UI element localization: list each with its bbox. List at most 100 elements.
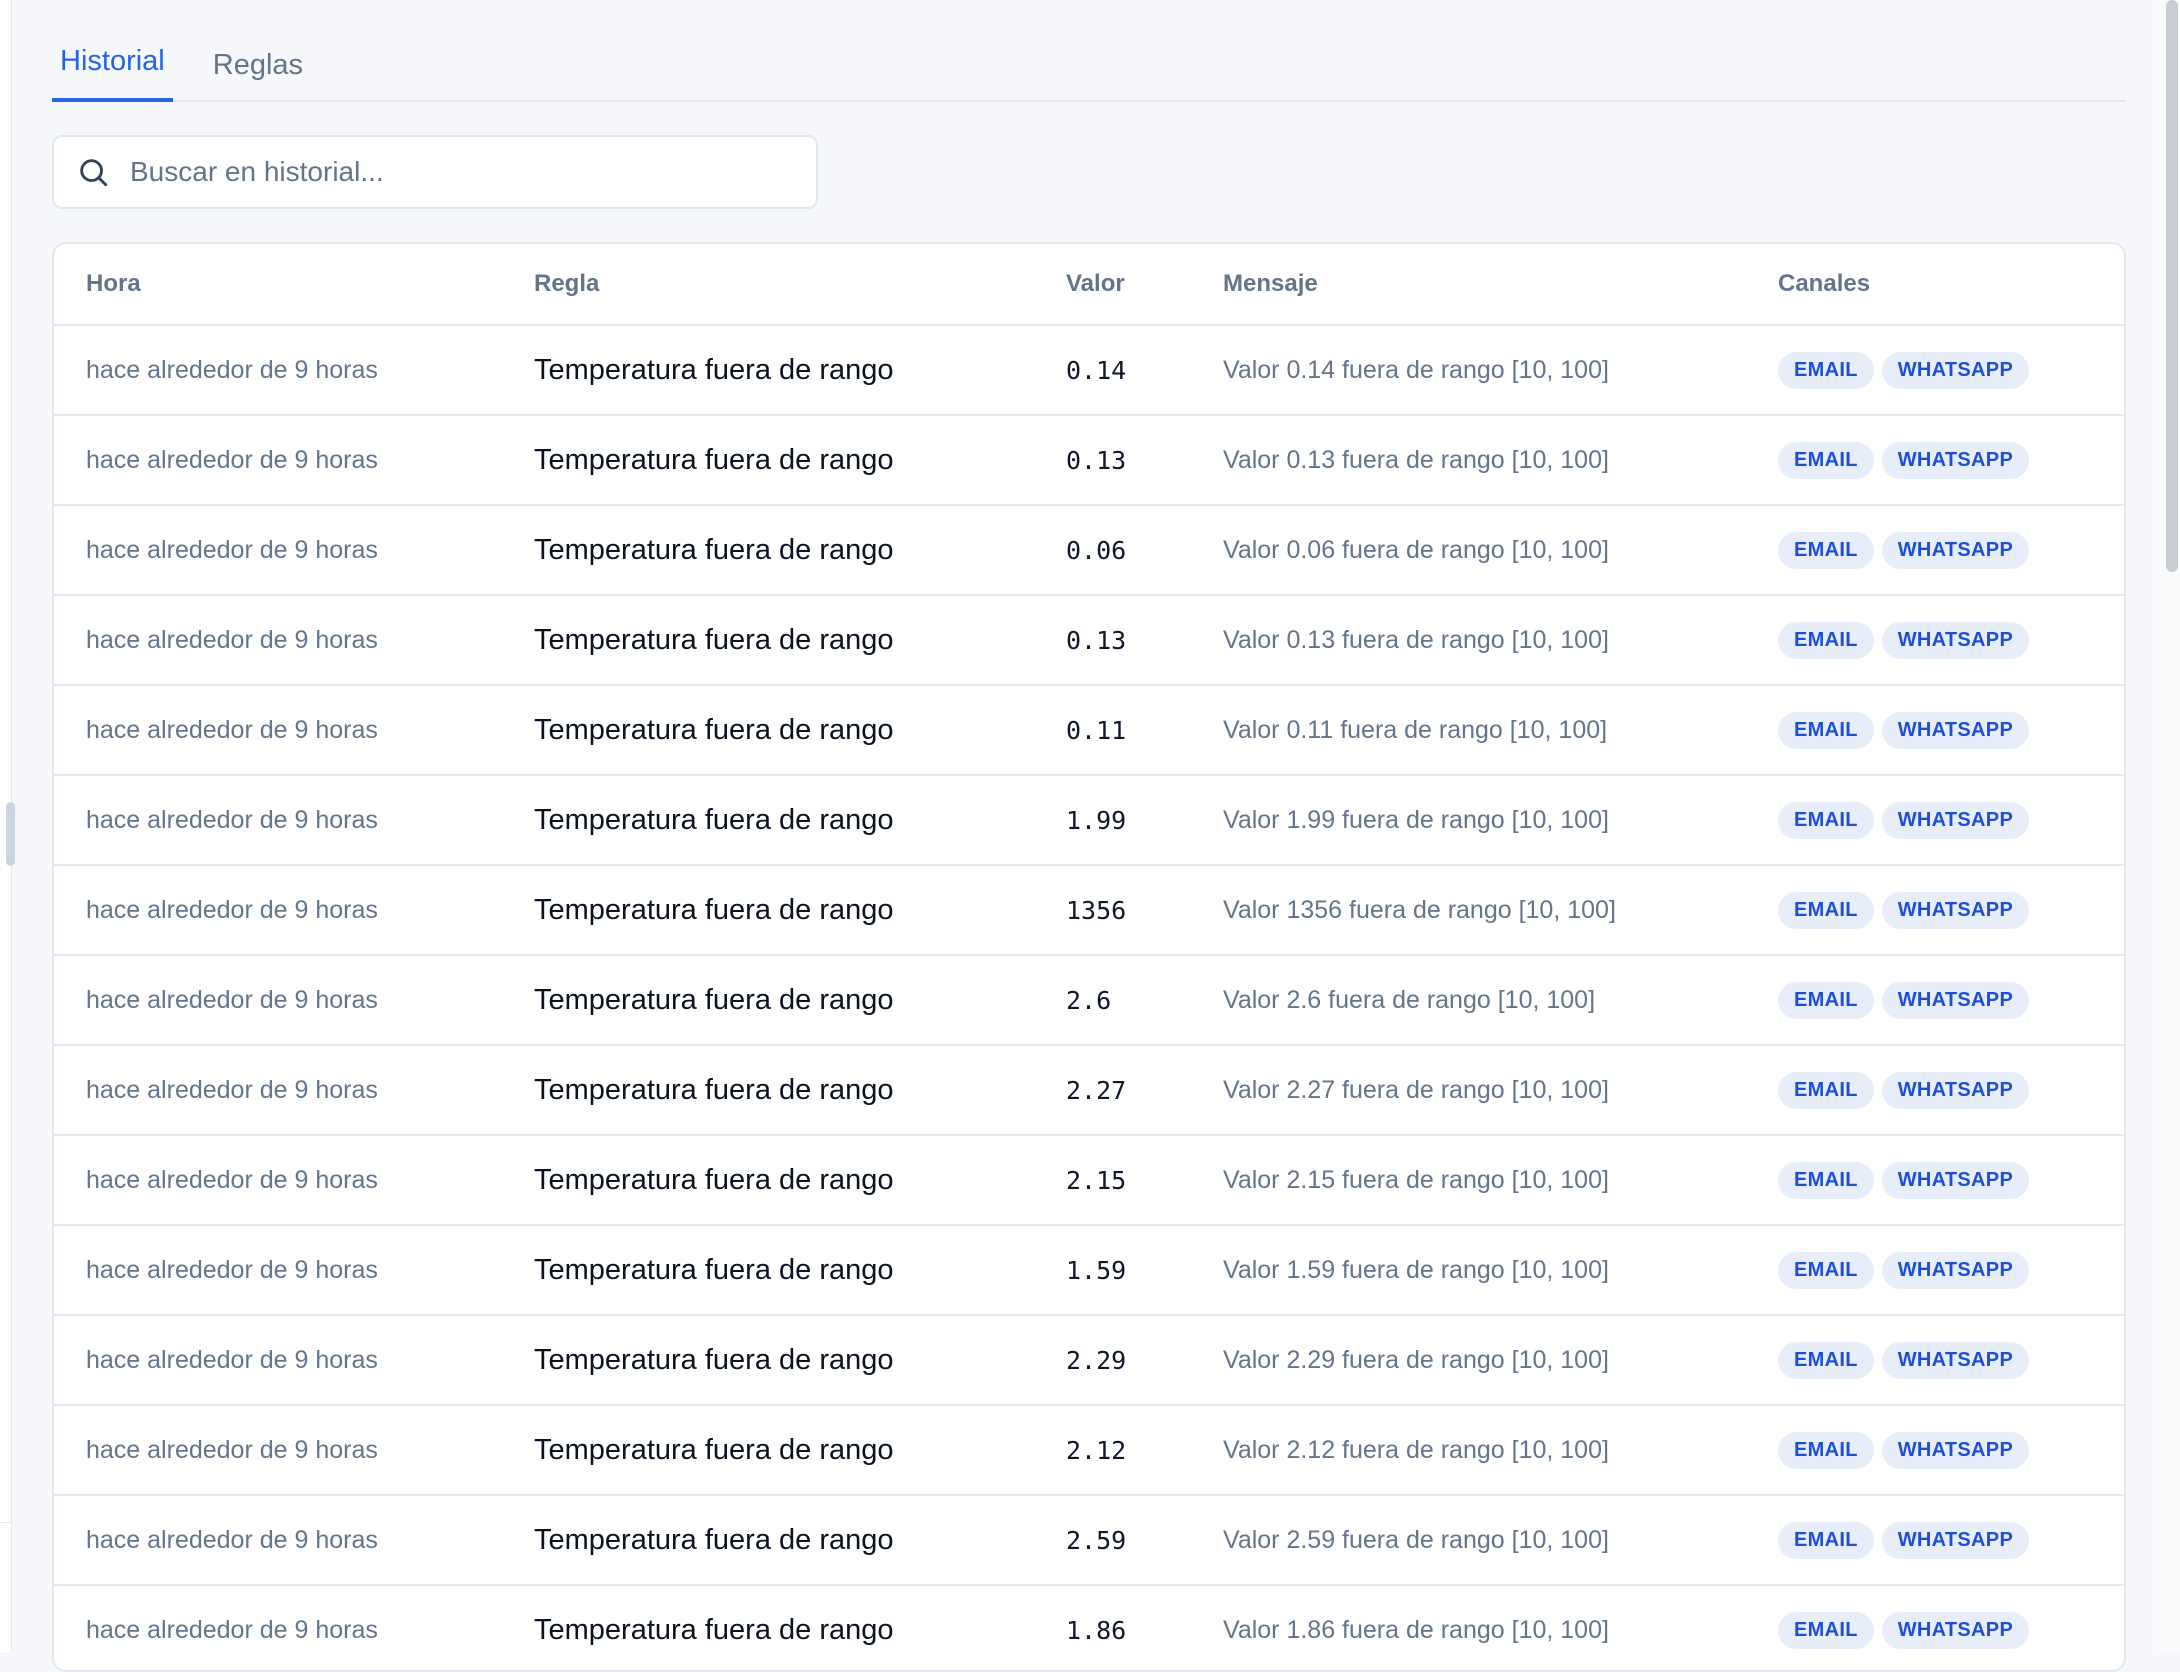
history-table-card: Hora Regla Valor Mensaje Canales hace al… <box>52 242 2126 1672</box>
cell-regla: Temperatura fuera de rango <box>502 595 1034 686</box>
table-row[interactable]: hace alrededor de 9 horas Temperatura fue… <box>54 1495 2124 1586</box>
channel-badge: EMAIL <box>1778 1251 1874 1289</box>
channel-badge: EMAIL <box>1778 1341 1874 1379</box>
channel-badge: WHATSAPP <box>1881 801 2030 839</box>
cell-regla: Temperatura fuera de rango <box>502 865 1034 956</box>
cell-regla: Temperatura fuera de rango <box>502 685 1034 776</box>
cell-valor: 1.59 <box>1034 1225 1191 1316</box>
cell-canales: EMAIL WHATSAPP <box>1746 865 2124 956</box>
cell-mensaje: Valor 2.29 fuera de rango [10, 100] <box>1191 1315 1746 1406</box>
channel-badge: EMAIL <box>1778 1521 1874 1559</box>
table-row[interactable]: hace alrededor de 9 horas Temperatura fue… <box>54 1135 2124 1226</box>
cell-canales: EMAIL WHATSAPP <box>1746 775 2124 866</box>
table-row[interactable]: hace alrededor de 9 horas Temperatura fue… <box>54 595 2124 686</box>
channel-badge: WHATSAPP <box>1881 351 2030 389</box>
table-row[interactable]: hace alrededor de 9 horas Temperatura fue… <box>54 1225 2124 1316</box>
channel-badge: WHATSAPP <box>1881 531 2030 569</box>
header-valor[interactable]: Valor <box>1034 244 1191 326</box>
cell-mensaje: Valor 1356 fuera de rango [10, 100] <box>1191 865 1746 956</box>
table-row[interactable]: hace alrededor de 9 horas Temperatura fue… <box>54 415 2124 506</box>
cell-valor: 2.6 <box>1034 955 1191 1046</box>
header-regla[interactable]: Regla <box>502 244 1034 326</box>
cell-mensaje: Valor 0.11 fuera de rango [10, 100] <box>1191 685 1746 776</box>
cell-valor: 2.29 <box>1034 1315 1191 1406</box>
channel-badge: EMAIL <box>1778 1611 1874 1649</box>
vertical-scrollbar[interactable] <box>2158 0 2180 1652</box>
cell-canales: EMAIL WHATSAPP <box>1746 505 2124 596</box>
cell-hora: hace alrededor de 9 horas <box>54 865 502 956</box>
cell-canales: EMAIL WHATSAPP <box>1746 685 2124 776</box>
cell-regla: Temperatura fuera de rango <box>502 325 1034 416</box>
table-row[interactable]: hace alrededor de 9 horas Temperatura fue… <box>54 505 2124 596</box>
channel-badge: EMAIL <box>1778 1071 1874 1109</box>
table-row[interactable]: hace alrededor de 9 horas Temperatura fue… <box>54 325 2124 416</box>
cell-regla: Temperatura fuera de rango <box>502 775 1034 866</box>
channel-badge: WHATSAPP <box>1881 1251 2030 1289</box>
table-row[interactable]: hace alrededor de 9 horas Temperatura fue… <box>54 955 2124 1046</box>
cell-canales: EMAIL WHATSAPP <box>1746 1405 2124 1496</box>
channel-badge: EMAIL <box>1778 711 1874 749</box>
cell-mensaje: Valor 2.6 fuera de rango [10, 100] <box>1191 955 1746 1046</box>
cell-regla: Temperatura fuera de rango <box>502 1045 1034 1136</box>
cell-canales: EMAIL WHATSAPP <box>1746 1495 2124 1586</box>
cell-hora: hace alrededor de 9 horas <box>54 595 502 686</box>
cell-regla: Temperatura fuera de rango <box>502 1315 1034 1406</box>
cell-hora: hace alrededor de 9 horas <box>54 1405 502 1496</box>
cell-regla: Temperatura fuera de rango <box>502 505 1034 596</box>
cell-canales: EMAIL WHATSAPP <box>1746 595 2124 686</box>
channel-badge: EMAIL <box>1778 531 1874 569</box>
table-row[interactable]: hace alrededor de 9 horas Temperatura fue… <box>54 865 2124 956</box>
cell-hora: hace alrededor de 9 horas <box>54 1225 502 1316</box>
search-input[interactable] <box>128 155 772 189</box>
cell-mensaje: Valor 1.59 fuera de rango [10, 100] <box>1191 1225 1746 1316</box>
cell-mensaje: Valor 0.13 fuera de rango [10, 100] <box>1191 595 1746 686</box>
cell-mensaje: Valor 2.59 fuera de rango [10, 100] <box>1191 1495 1746 1586</box>
channel-badge: WHATSAPP <box>1881 1071 2030 1109</box>
cell-canales: EMAIL WHATSAPP <box>1746 1225 2124 1316</box>
tab-reglas[interactable]: Reglas <box>205 49 311 102</box>
cell-mensaje: Valor 2.27 fuera de rango [10, 100] <box>1191 1045 1746 1136</box>
cell-mensaje: Valor 2.15 fuera de rango [10, 100] <box>1191 1135 1746 1226</box>
cell-valor: 2.12 <box>1034 1405 1191 1496</box>
table-header-row: Hora Regla Valor Mensaje Canales <box>54 244 2124 326</box>
cell-mensaje: Valor 0.06 fuera de rango [10, 100] <box>1191 505 1746 596</box>
table-row[interactable]: hace alrededor de 9 horas Temperatura fue… <box>54 1585 2124 1670</box>
channel-badge: WHATSAPP <box>1881 1161 2030 1199</box>
cell-valor: 1.86 <box>1034 1585 1191 1670</box>
cell-canales: EMAIL WHATSAPP <box>1746 1045 2124 1136</box>
cell-valor: 2.15 <box>1034 1135 1191 1226</box>
cell-regla: Temperatura fuera de rango <box>502 1495 1034 1586</box>
channel-badge: WHATSAPP <box>1881 1341 2030 1379</box>
cell-mensaje: Valor 0.14 fuera de rango [10, 100] <box>1191 325 1746 416</box>
cell-canales: EMAIL WHATSAPP <box>1746 1585 2124 1670</box>
cell-canales: EMAIL WHATSAPP <box>1746 1315 2124 1406</box>
cell-mensaje: Valor 1.99 fuera de rango [10, 100] <box>1191 775 1746 866</box>
cell-hora: hace alrededor de 9 horas <box>54 415 502 506</box>
cell-valor: 0.06 <box>1034 505 1191 596</box>
table-row[interactable]: hace alrededor de 9 horas Temperatura fue… <box>54 1045 2124 1136</box>
header-mensaje[interactable]: Mensaje <box>1191 244 1746 326</box>
channel-badge: WHATSAPP <box>1881 1611 2030 1649</box>
resize-handle[interactable] <box>6 802 15 866</box>
scrollbar-thumb[interactable] <box>2166 0 2178 572</box>
search-box[interactable] <box>52 135 818 209</box>
cell-valor: 0.13 <box>1034 595 1191 686</box>
cell-hora: hace alrededor de 9 horas <box>54 1585 502 1670</box>
cell-regla: Temperatura fuera de rango <box>502 1405 1034 1496</box>
cell-canales: EMAIL WHATSAPP <box>1746 325 2124 416</box>
header-hora[interactable]: Hora <box>54 244 502 326</box>
cell-hora: hace alrededor de 9 horas <box>54 955 502 1046</box>
channel-badge: EMAIL <box>1778 1161 1874 1199</box>
table-row[interactable]: hace alrededor de 9 horas Temperatura fue… <box>54 775 2124 866</box>
table-row[interactable]: hace alrededor de 9 horas Temperatura fue… <box>54 1405 2124 1496</box>
table-row[interactable]: hace alrededor de 9 horas Temperatura fue… <box>54 685 2124 776</box>
cell-hora: hace alrededor de 9 horas <box>54 1495 502 1586</box>
channel-badge: WHATSAPP <box>1881 441 2030 479</box>
channel-badge: EMAIL <box>1778 441 1874 479</box>
channel-badge: EMAIL <box>1778 801 1874 839</box>
tab-historial[interactable]: Historial <box>52 45 173 102</box>
header-canales[interactable]: Canales <box>1746 244 2124 326</box>
channel-badge: EMAIL <box>1778 621 1874 659</box>
table-row[interactable]: hace alrededor de 9 horas Temperatura fue… <box>54 1315 2124 1406</box>
cell-regla: Temperatura fuera de rango <box>502 415 1034 506</box>
